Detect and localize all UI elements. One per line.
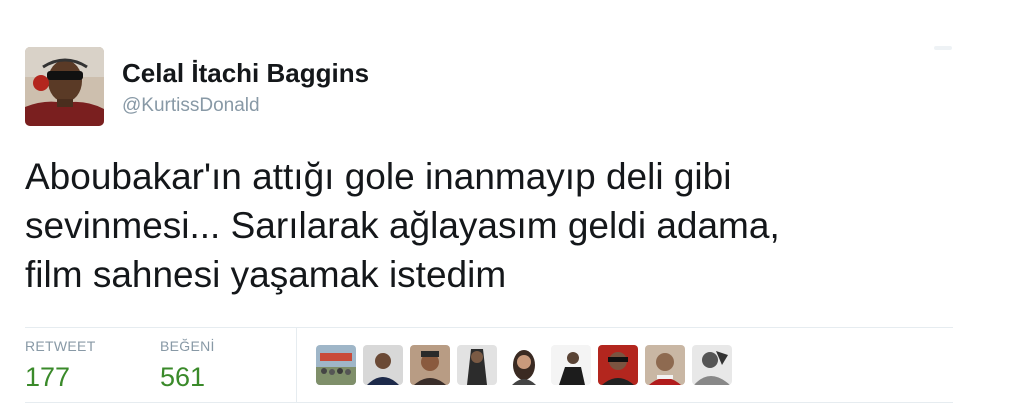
liker-avatar-person-icon[interactable] bbox=[504, 345, 544, 385]
tweet-stats: RETWEET 177 BEĞENİ 561 bbox=[25, 328, 953, 402]
tweet-text-line: Aboubakar'ın attığı gole inanmayıp deli … bbox=[25, 156, 732, 197]
liker-avatar-person-icon[interactable] bbox=[457, 345, 497, 385]
like-stat[interactable]: BEĞENİ 561 bbox=[160, 338, 215, 393]
tweet-card: Celal İtachi Baggins @KurtissDonald Abou… bbox=[0, 0, 1024, 412]
follow-button-hint bbox=[934, 46, 952, 50]
retweet-count: 177 bbox=[25, 362, 71, 392]
liker-avatar-person-icon[interactable] bbox=[645, 345, 685, 385]
author-display-name[interactable]: Celal İtachi Baggins bbox=[122, 58, 369, 89]
author-handle[interactable]: @KurtissDonald bbox=[122, 95, 260, 117]
like-count: 561 bbox=[160, 362, 206, 392]
profile-photo-icon bbox=[25, 47, 104, 126]
stats-separator bbox=[296, 328, 297, 402]
liker-avatar-crowd-icon[interactable] bbox=[316, 345, 356, 385]
tweet-text: Aboubakar'ın attığı gole inanmayıp deli … bbox=[25, 152, 985, 299]
liker-avatar-person-icon[interactable] bbox=[598, 345, 638, 385]
liker-avatar-bw-icon[interactable] bbox=[692, 345, 732, 385]
liker-avatar-person-icon[interactable] bbox=[363, 345, 403, 385]
liker-avatar-person-icon[interactable] bbox=[551, 345, 591, 385]
retweet-stat[interactable]: RETWEET 177 bbox=[25, 338, 96, 393]
author-avatar[interactable] bbox=[25, 47, 104, 126]
tweet-text-line: film sahnesi yaşamak istedim bbox=[25, 254, 507, 295]
tweet-text-line: sevinmesi... Sarılarak ağlayasım geldi a… bbox=[25, 205, 780, 246]
like-label: BEĞENİ bbox=[160, 338, 215, 354]
retweet-label: RETWEET bbox=[25, 338, 96, 354]
stats-bottom-divider bbox=[25, 402, 953, 403]
liker-avatar-person-icon[interactable] bbox=[410, 345, 450, 385]
